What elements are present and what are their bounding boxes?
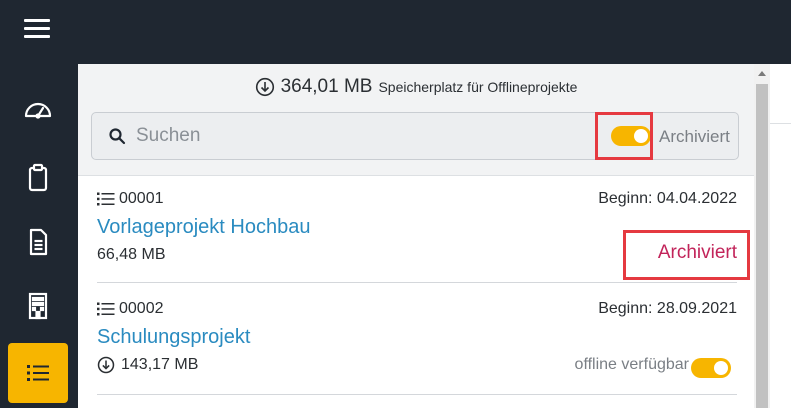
scrollbar[interactable] [754, 64, 770, 408]
building-icon [28, 292, 48, 320]
project-card[interactable]: 00002 Beginn: 28.09.2021 Schulungsprojek… [97, 286, 737, 392]
hamburger-icon[interactable] [24, 19, 50, 39]
scroll-up-arrow[interactable] [754, 64, 770, 82]
card-divider [97, 282, 737, 283]
storage-amount: 364,01 MB [280, 76, 373, 97]
list-icon [27, 365, 49, 381]
project-number-text: 00001 [119, 190, 164, 207]
project-title-link[interactable]: Schulungsprojekt [97, 326, 250, 349]
project-start-date: Beginn: 28.09.2021 [598, 300, 737, 317]
project-list-panel: 364,01 MB Speicherplatz für Offlineproje… [78, 64, 754, 408]
search-icon [109, 128, 126, 145]
chevron-up-icon [758, 71, 766, 76]
download-circle-icon [255, 77, 274, 97]
sidebar-item-projects[interactable] [8, 343, 68, 403]
highlight-box-toggle [595, 112, 653, 160]
project-start-date: Beginn: 04.04.2022 [598, 190, 737, 207]
offline-toggle[interactable] [691, 358, 731, 378]
offline-available-label: offline verfügbar [574, 356, 689, 373]
project-number: 00002 [97, 300, 164, 318]
download-circle-icon [97, 356, 115, 374]
project-number: 00001 [97, 190, 164, 208]
highlight-box-status [623, 230, 750, 280]
project-size-text: 66,48 MB [97, 246, 166, 263]
project-title-link[interactable]: Vorlageprojekt Hochbau [97, 216, 310, 239]
sidebar-item-buildings[interactable] [8, 276, 68, 336]
top-bar [0, 0, 791, 64]
clipboard-icon [28, 163, 48, 192]
list-icon [97, 192, 115, 206]
panel-header: 364,01 MB Speicherplatz für Offlineproje… [78, 64, 754, 176]
project-size: 143,17 MB [97, 356, 198, 374]
detail-pane-header [770, 64, 791, 124]
document-icon [29, 228, 48, 256]
project-size: 66,48 MB [97, 246, 165, 264]
dashboard-icon [24, 102, 52, 119]
archived-toggle-label: Archiviert [659, 127, 730, 146]
sidebar-item-tasks[interactable] [8, 148, 68, 208]
sidebar-item-dashboard[interactable] [8, 80, 68, 140]
project-number-text: 00002 [119, 300, 164, 317]
sidebar-item-documents[interactable] [8, 212, 68, 272]
list-icon [97, 302, 115, 316]
scroll-thumb[interactable] [756, 84, 768, 408]
storage-label: Speicherplatz für Offlineprojekte [378, 79, 578, 95]
card-divider [97, 394, 737, 395]
project-size-text: 143,17 MB [121, 356, 199, 373]
sidebar [0, 64, 78, 408]
detail-pane [770, 64, 791, 408]
storage-info: 364,01 MB Speicherplatz für Offlineproje… [78, 76, 754, 98]
search-input[interactable] [136, 123, 576, 149]
